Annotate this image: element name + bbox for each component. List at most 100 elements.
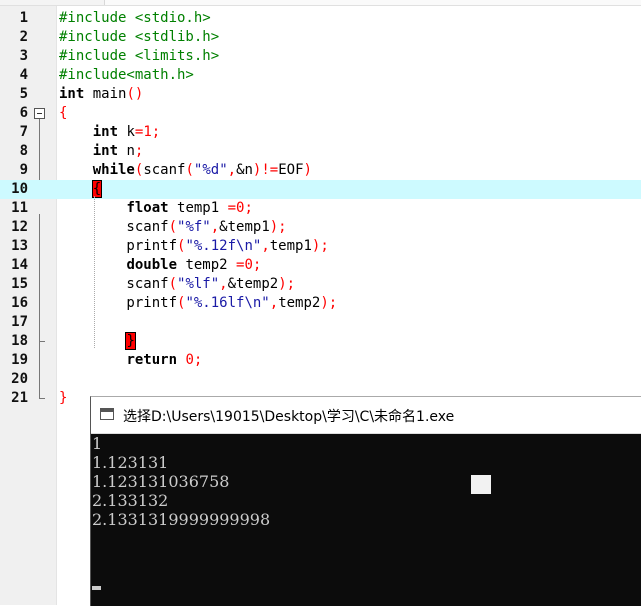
console-title: 选择D:\Users\19015\Desktop\学习\C\未命名1.exe [123,409,455,425]
line-number: 16 [11,295,28,311]
code-token: #include <limits.h> [59,48,220,64]
code-line[interactable]: 1 #include <stdio.h> [0,9,641,28]
code-line[interactable]: 13 printf("%.12f\n",temp1); [0,237,641,256]
code-line[interactable]: 18 } [0,332,641,351]
code-text: int n; [59,142,144,161]
code-token: , [261,238,270,254]
console-cursor [92,586,101,590]
line-number: 5 [19,86,28,102]
code-token: ); [311,238,329,254]
code-line[interactable]: 19 return 0; [0,351,641,370]
console-selection-block [471,475,491,494]
code-line[interactable]: 6{ [0,104,641,123]
code-token: ; [193,352,203,368]
code-token: while [92,162,135,178]
code-token: ; [134,143,144,159]
code-line[interactable]: 3 #include <limits.h> [0,47,641,66]
code-text: int main() [59,85,143,104]
line-number: 13 [11,238,28,254]
line-number: 8 [19,143,28,159]
code-token: } [59,390,68,406]
console-output-line: 1.123131036758 [92,472,230,491]
code-line[interactable]: 20 [0,370,641,389]
code-token: "%d" [193,162,228,178]
code-token: n [118,143,135,159]
code-token: temp2 [278,295,321,311]
line-number: 3 [19,48,28,64]
code-token: temp1 [168,200,228,216]
code-text: #include <limits.h> [59,47,219,66]
code-token: ; [244,200,253,216]
console-output-line: 1 [92,434,103,453]
code-token: #include <stdio.h> [59,10,211,26]
code-token: , [210,219,220,235]
code-line[interactable]: 2 #include <stdlib.h> [0,28,641,47]
console-output-line: 1.123131 [92,453,169,472]
line-number: 6 [19,105,28,121]
editor-tab-edge [104,0,641,5]
code-line[interactable]: 4 #include<math.h> [0,66,641,85]
code-line[interactable]: 15 scanf("%lf",&temp2); [0,275,641,294]
line-number: 19 [11,352,28,368]
code-text: } [59,332,136,351]
code-text: } [59,389,67,408]
code-line[interactable]: 14 double temp2 =0; [0,256,641,275]
code-token: printf [59,295,178,311]
console-window[interactable]: 选择D:\Users\19015\Desktop\学习\C\未命名1.exe 1… [90,396,641,606]
code-token: ( [168,219,178,235]
line-number: 15 [11,276,28,292]
code-token: 0 [244,257,253,273]
code-token: 0 [185,352,194,368]
code-token: = [227,200,237,216]
code-token: #include <stdlib.h> [59,29,220,45]
code-line[interactable]: 9 while(scanf("%d",&n)!=EOF) [0,161,641,180]
code-line[interactable]: 12 scanf("%f",&temp1); [0,218,641,237]
code-text: double temp2 =0; [59,256,261,275]
code-text: { [59,104,67,123]
console-output[interactable]: 1 1.123131 1.123131036758 2.133132 2.133… [91,434,641,606]
code-token: int [92,143,119,159]
code-token: ); [320,295,338,311]
code-token: ( [185,162,194,178]
code-token: int [92,124,119,140]
code-text: printf("%.16lf\n",temp2); [59,294,337,313]
line-number: 4 [19,67,28,83]
console-titlebar[interactable]: 选择D:\Users\19015\Desktop\学习\C\未命名1.exe [91,397,641,434]
code-text: #include <stdio.h> [59,9,211,28]
code-line[interactable]: 8 int n; [0,142,641,161]
code-token: , [269,295,279,311]
line-number: 20 [11,371,28,387]
code-token: ); [278,276,296,292]
code-token: k [118,124,135,140]
code-line[interactable]: 11 float temp1 =0; [0,199,641,218]
code-token: scanf [59,276,169,292]
code-token: double [126,257,178,273]
line-number: 2 [19,29,28,45]
code-text: #include<math.h> [59,66,194,85]
code-line[interactable]: 5 int main() [0,85,641,104]
code-token: printf [59,238,178,254]
code-token: EOF [278,162,304,178]
line-number: 9 [19,162,28,178]
code-token: ( [168,276,178,292]
code-token: () [126,86,144,102]
code-token: &temp2 [227,276,279,292]
code-token: ; [252,257,262,273]
code-token: , [219,276,228,292]
code-line[interactable]: 16 printf("%.16lf\n",temp2); [0,294,641,313]
code-token: 1 [143,124,152,140]
editor-tab-strip [0,0,641,6]
console-output-line: 2.133132 [92,491,169,510]
code-token: scanf [59,219,169,235]
code-text: #include <stdlib.h> [59,28,219,47]
line-number: 21 [11,390,28,406]
code-line[interactable]: 7 int k=1; [0,123,641,142]
code-token: )!= [252,162,279,178]
code-line[interactable]: 10 { [0,180,641,199]
code-line[interactable]: 17 [0,313,641,332]
line-number: 10 [11,181,28,197]
